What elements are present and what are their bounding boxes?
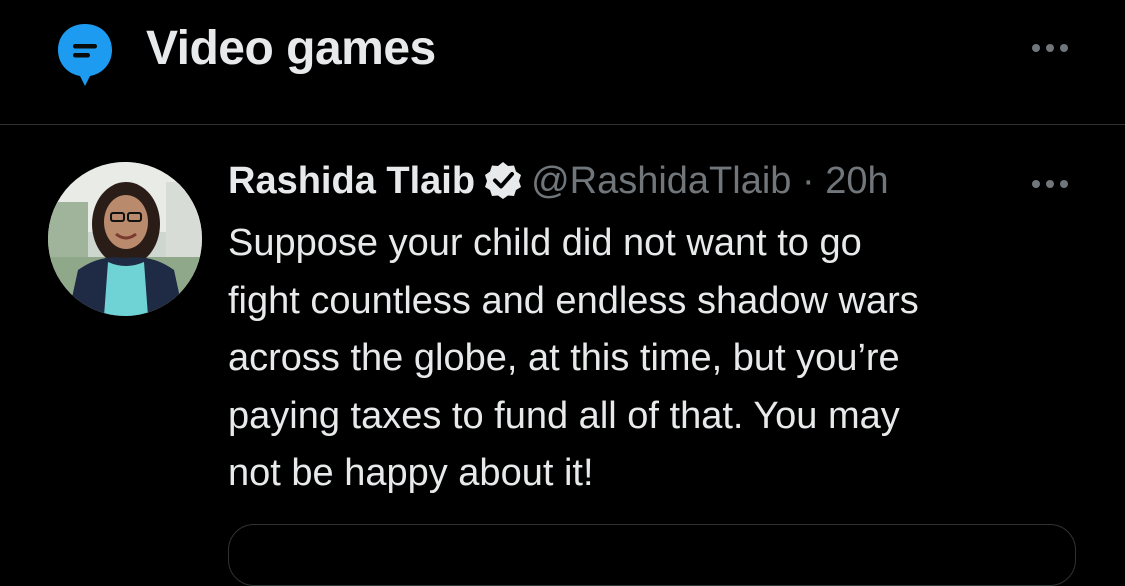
author-handle[interactable]: @RashidaTlaib	[531, 160, 791, 202]
topic-bubble-icon[interactable]	[55, 20, 115, 88]
tweet-text-line: across the globe, at this time, but you’…	[228, 337, 900, 379]
avatar-image	[48, 162, 202, 316]
tweet-text-line: fight countless and endless shadow wars	[228, 279, 919, 322]
tweet-text-line: Suppose your child did not want to go	[228, 222, 862, 264]
tweet-header: Rashida Tlaib @RashidaTlaib · 20h	[228, 156, 889, 206]
quoted-tweet-card[interactable]	[228, 524, 1076, 586]
separator: ·	[801, 160, 815, 202]
more-horizontal-icon[interactable]	[1024, 170, 1076, 198]
verified-badge-icon	[485, 162, 522, 199]
topic-header: Video games	[0, 0, 1125, 124]
tweet-text-line: not be happy about it!	[228, 452, 594, 494]
tweet-text: Suppose your child did not want to go fi…	[228, 215, 1108, 503]
timestamp[interactable]: 20h	[825, 160, 888, 202]
author-name[interactable]: Rashida Tlaib	[228, 160, 475, 202]
more-horizontal-icon[interactable]	[1024, 30, 1076, 66]
header-divider	[0, 124, 1125, 125]
tweet-text-line: paying taxes to fund all of that. You ma…	[228, 394, 900, 437]
topic-title: Video games	[146, 22, 436, 75]
avatar[interactable]	[48, 162, 202, 316]
